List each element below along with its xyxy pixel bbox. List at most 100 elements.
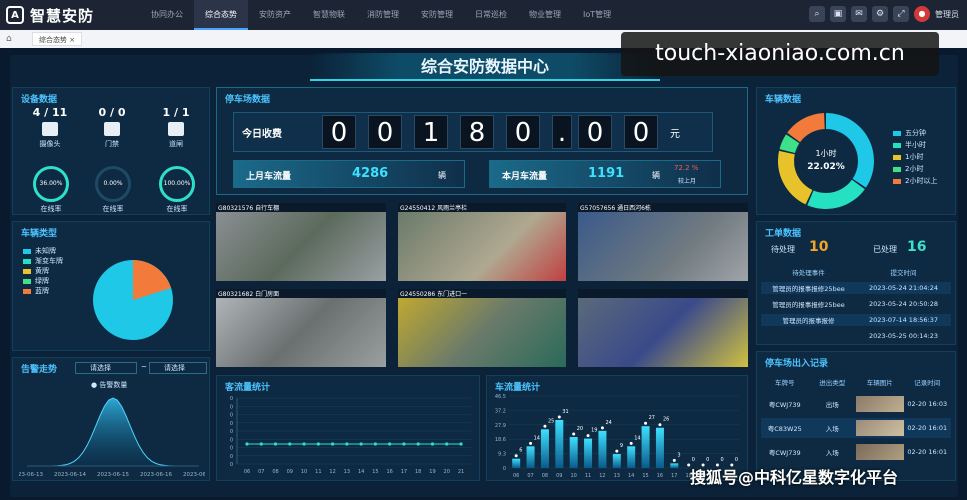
camera-feed[interactable]: G24550286 东门进口一 bbox=[398, 289, 566, 367]
legend-swatch bbox=[23, 258, 31, 264]
legend-label: 2小时 bbox=[905, 165, 924, 173]
header-cell: 车辆图片 bbox=[866, 379, 893, 387]
avatar[interactable]: ● bbox=[914, 6, 930, 22]
nav-item[interactable]: 物业管理 bbox=[518, 0, 572, 30]
door-stat: 0 / 0 门禁 bbox=[87, 106, 137, 149]
camera-image bbox=[578, 212, 748, 281]
barrier-icon bbox=[168, 122, 184, 136]
traffic-data-label: 24 bbox=[605, 420, 611, 426]
camera-feed[interactable]: G57057656 通日西河6栋 bbox=[578, 203, 748, 281]
home-icon[interactable]: ⌂ bbox=[6, 34, 16, 44]
pax-x-tick: 17 bbox=[401, 469, 407, 475]
nav-item[interactable]: 智慧物联 bbox=[302, 0, 356, 30]
pax-x-tick: 10 bbox=[301, 469, 307, 475]
vehicle-duration-donut bbox=[778, 113, 874, 209]
vehicle-thumbnail[interactable] bbox=[856, 396, 904, 412]
message-icon[interactable]: ✉ bbox=[851, 6, 867, 22]
traffic-data-label: 31 bbox=[562, 409, 568, 415]
cell: 2023-05-24 20:50:28 bbox=[868, 300, 939, 308]
traffic-bar-cap bbox=[514, 454, 518, 458]
alarm-start-select[interactable]: 请选择 bbox=[75, 362, 137, 374]
toolbar: ⌕ ▣ ✉ ⚙ ⤢ ● 管理员 bbox=[809, 6, 959, 22]
legend-swatch bbox=[893, 130, 901, 136]
alarm-end-select[interactable]: 请选择 bbox=[149, 362, 207, 374]
door-label: 门禁 bbox=[105, 140, 119, 148]
traffic-bar-cap bbox=[572, 432, 576, 436]
month-ratio-label: 较上月 bbox=[678, 178, 697, 185]
table-row[interactable]: 粤C83W25 入场 02-20 16:01 bbox=[761, 418, 951, 438]
pending-label: 待处理 bbox=[771, 245, 795, 254]
traffic-data-label: 9 bbox=[620, 443, 623, 449]
settings-icon[interactable]: ⚙ bbox=[872, 6, 888, 22]
traffic-bar-cap bbox=[672, 458, 676, 462]
workorder-title: 工单数据 bbox=[765, 229, 802, 239]
vehicle-thumbnail[interactable] bbox=[856, 444, 904, 460]
pax-y-tick: 0 bbox=[230, 404, 233, 410]
table-row[interactable]: 粤CWJ739 出场 02-20 16:03 bbox=[761, 394, 951, 414]
legend-label: 蓝牌 bbox=[35, 287, 49, 295]
device-title: 设备数据 bbox=[21, 95, 58, 105]
camera-feed[interactable]: G80321576 自行车棚 bbox=[216, 203, 386, 281]
legend-item: 2小时 bbox=[893, 164, 923, 174]
legend-swatch bbox=[23, 268, 31, 274]
nav-item[interactable]: 协同办公 bbox=[140, 0, 194, 30]
barrier-stat: 1 / 1 道闸 bbox=[151, 106, 201, 149]
fee-unit: 元 bbox=[670, 129, 680, 140]
camera-feed[interactable] bbox=[578, 289, 748, 367]
traffic-data-label: 27 bbox=[649, 415, 655, 421]
cell: 粤C83W25 bbox=[767, 425, 802, 433]
traffic-bar bbox=[540, 429, 549, 468]
fee-digit: 0 bbox=[506, 115, 540, 149]
alarm-x-tick: 2023-06-14 bbox=[54, 472, 86, 478]
table-row[interactable]: 管理员的报事报修 2023-07-14 18:56:37 bbox=[761, 314, 951, 326]
table-row[interactable]: 2023-05-25 00:14:23 bbox=[761, 330, 951, 342]
donut-slice bbox=[787, 113, 825, 143]
tab-overview[interactable]: 综合态势 × bbox=[32, 32, 83, 46]
nav-item[interactable]: 安防资产 bbox=[248, 0, 302, 30]
pax-point bbox=[416, 442, 420, 446]
cell: 02-20 16:03 bbox=[907, 400, 948, 408]
header-cell: 待处理事件 bbox=[792, 269, 825, 277]
pax-point bbox=[316, 442, 320, 446]
traffic-y-tick: 9.3 bbox=[498, 452, 506, 458]
vehicle-type-pie bbox=[93, 260, 173, 340]
lock-icon[interactable]: ▣ bbox=[830, 6, 846, 22]
camera-feed[interactable]: G80321682 白门房面 bbox=[216, 289, 386, 367]
traffic-data-label: 14 bbox=[634, 435, 640, 441]
cell: 管理员的报事报修25bee bbox=[772, 285, 845, 293]
traffic-bar-cap bbox=[586, 434, 590, 438]
nav-item[interactable]: 安防管理 bbox=[410, 0, 464, 30]
cell: 02-20 16:01 bbox=[907, 448, 948, 456]
legend-item: 绿牌 bbox=[23, 276, 49, 286]
vehicle-thumbnail[interactable] bbox=[856, 420, 904, 436]
traffic-bar-cap bbox=[600, 426, 604, 430]
traffic-y-tick: 27.9 bbox=[495, 423, 506, 429]
user-name[interactable]: 管理员 bbox=[935, 9, 959, 20]
nav-item[interactable]: IoT管理 bbox=[572, 0, 622, 30]
nav-item[interactable]: 消防管理 bbox=[356, 0, 410, 30]
fee-digit: 0 bbox=[578, 115, 612, 149]
nav-item-active[interactable]: 综合态势 bbox=[194, 0, 248, 30]
traffic-bar bbox=[612, 454, 621, 468]
month-ratio: 72.2 % bbox=[674, 164, 699, 172]
pax-y-tick: 0 bbox=[230, 462, 233, 468]
fullscreen-icon[interactable]: ⤢ bbox=[893, 6, 909, 22]
camera-feed[interactable]: G24550412 风雨兰亭栏 bbox=[398, 203, 566, 281]
records-header: 车牌号 进出类型 车辆图片 记录时间 bbox=[761, 376, 951, 388]
table-row[interactable]: 管理员的报事报修25bee 2023-05-24 20:50:28 bbox=[761, 298, 951, 310]
nav-item[interactable]: 日常巡检 bbox=[464, 0, 518, 30]
app-logo[interactable]: A 智慧安防 bbox=[0, 5, 140, 26]
legend-swatch bbox=[23, 288, 31, 294]
table-row[interactable]: 管理员的报事报修25bee 2023-05-24 21:04:24 bbox=[761, 282, 951, 294]
alarm-legend-label: 告警数量 bbox=[99, 381, 128, 389]
pax-x-tick: 21 bbox=[458, 469, 464, 475]
vehicle-data-title: 车辆数据 bbox=[765, 95, 802, 105]
traffic-x-tick: 11 bbox=[585, 473, 591, 479]
camera-label: G24550412 风雨兰亭栏 bbox=[400, 205, 468, 212]
camera-image bbox=[216, 298, 386, 367]
barrier-online-ring: 100.00% bbox=[159, 166, 195, 202]
this-month-unit: 辆 bbox=[652, 171, 660, 180]
camera-label: G57057656 通日西河6栋 bbox=[580, 205, 651, 212]
search-icon[interactable]: ⌕ bbox=[809, 6, 825, 22]
table-row[interactable]: 粤CWJ739 入场 02-20 16:01 bbox=[761, 442, 951, 462]
